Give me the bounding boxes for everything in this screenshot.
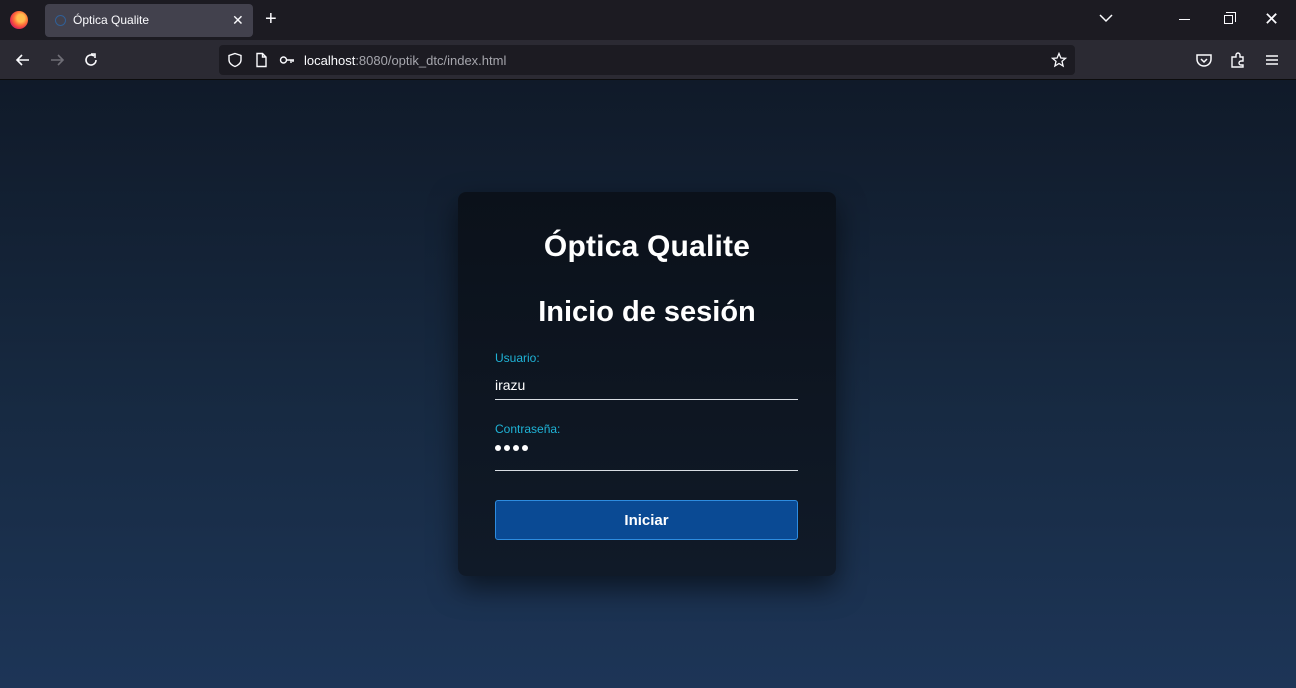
pocket-icon[interactable] (1194, 50, 1214, 70)
url-text[interactable]: localhost:8080/optik_dtc/index.html (304, 53, 506, 68)
browser-window: Óptica Qualite ✕ + ✕ localhost:8080/opti… (0, 0, 1296, 688)
puzzle-icon[interactable] (1228, 50, 1248, 70)
shield-icon[interactable] (227, 52, 243, 68)
password-mask (495, 445, 528, 451)
chevron-down-icon[interactable] (1098, 10, 1114, 26)
new-tab-button[interactable]: + (265, 8, 277, 30)
password-dot (513, 445, 519, 451)
url-path: :8080/optik_dtc/index.html (355, 53, 507, 68)
username-label: Usuario: (495, 351, 540, 365)
tab-favicon-icon (55, 15, 66, 26)
restore-button[interactable] (1224, 12, 1236, 24)
arrow-right-icon[interactable] (47, 50, 67, 70)
password-dot (522, 445, 528, 451)
url-host: localhost (304, 53, 356, 68)
tab-title: Óptica Qualite (73, 13, 150, 27)
login-heading: Inicio de sesión (538, 296, 756, 328)
tab-strip: Óptica Qualite ✕ + ✕ (0, 0, 1296, 40)
password-dot (504, 445, 510, 451)
arrow-left-icon[interactable] (13, 50, 33, 70)
minimize-button[interactable] (1179, 19, 1190, 20)
firefox-logo-icon[interactable] (10, 11, 28, 29)
page-icon[interactable] (253, 52, 269, 68)
tab-optica-qualite[interactable]: Óptica Qualite ✕ (45, 4, 253, 37)
key-icon[interactable] (279, 52, 295, 68)
tab-close-icon[interactable]: ✕ (232, 12, 244, 28)
navigation-bar: localhost:8080/optik_dtc/index.html (0, 40, 1296, 80)
page-content: Óptica Qualite Inicio de sesión Usuario:… (0, 80, 1296, 688)
window-close-button[interactable]: ✕ (1264, 9, 1279, 29)
username-input[interactable] (495, 370, 798, 400)
password-input[interactable] (495, 441, 798, 471)
password-dot (495, 445, 501, 451)
login-card: Óptica Qualite Inicio de sesión Usuario:… (458, 192, 836, 576)
brand-title: Óptica Qualite (543, 230, 751, 263)
star-icon[interactable] (1051, 52, 1067, 68)
password-label: Contraseña: (495, 422, 561, 436)
hamburger-menu-icon[interactable] (1262, 50, 1282, 70)
reload-icon[interactable] (81, 50, 101, 70)
url-bar[interactable]: localhost:8080/optik_dtc/index.html (219, 45, 1075, 75)
login-submit-button[interactable]: Iniciar (495, 500, 798, 540)
